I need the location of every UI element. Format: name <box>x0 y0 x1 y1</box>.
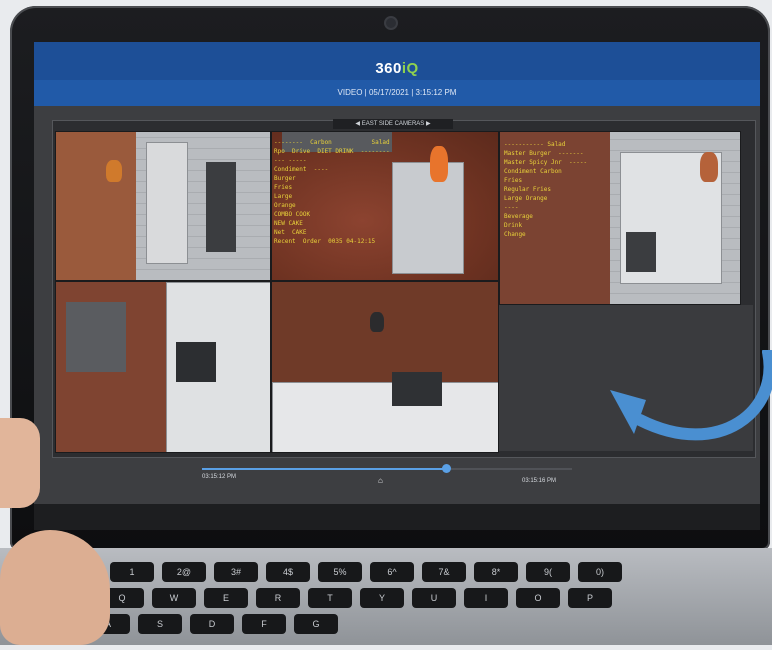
key-1[interactable]: 1 <box>110 562 154 582</box>
key-5[interactable]: 5% <box>318 562 362 582</box>
key-4[interactable]: 4$ <box>266 562 310 582</box>
key-p[interactable]: P <box>568 588 612 608</box>
worker <box>106 160 122 182</box>
counter <box>146 142 188 264</box>
order-overlay: ----------- Salad Master Burger ------- … <box>504 141 588 238</box>
key-8[interactable]: 8* <box>474 562 518 582</box>
timeline-scrubber[interactable] <box>442 464 452 473</box>
key-u[interactable]: U <box>412 588 456 608</box>
brand-main: 360 <box>375 60 402 77</box>
key-3[interactable]: 3# <box>214 562 258 582</box>
key-t[interactable]: T <box>308 588 352 608</box>
equipment-rack <box>206 162 236 252</box>
pointer-arrow-icon <box>610 350 772 441</box>
floor-brick <box>56 132 136 280</box>
key-y[interactable]: Y <box>360 588 404 608</box>
key-w[interactable]: W <box>152 588 196 608</box>
key-0[interactable]: 0) <box>578 562 622 582</box>
home-icon[interactable]: ⌂ <box>378 476 383 485</box>
screen-bottom-bar <box>34 504 760 530</box>
brand-accent: iQ <box>401 60 419 77</box>
brand-logo[interactable]: 360iQ <box>34 60 760 77</box>
timeline-start-label: 03:15:12 PM <box>202 474 237 480</box>
worker <box>370 312 384 332</box>
keyboard: 12@3#4$5%6^7&8*9(0)QWERTYUIOPASDFG <box>40 560 740 650</box>
key-9[interactable]: 9( <box>526 562 570 582</box>
key-o[interactable]: O <box>516 588 560 608</box>
key-6[interactable]: 6^ <box>370 562 414 582</box>
key-7[interactable]: 7& <box>422 562 466 582</box>
order-overlay: -------- Carbon Salad Rpo Drive DIET DRI… <box>274 139 390 245</box>
camera-tile-3[interactable]: ----------- Salad Master Burger ------- … <box>499 131 741 305</box>
camera-tile-5[interactable] <box>271 281 499 453</box>
key-g[interactable]: G <box>294 614 338 634</box>
header-subtitle: VIDEO | 05/17/2021 | 3:15:12 PM <box>337 88 457 97</box>
webcam-icon <box>384 16 398 30</box>
key-e[interactable]: E <box>204 588 248 608</box>
key-2[interactable]: 2@ <box>162 562 206 582</box>
timeline-end-label: 03:15:16 PM <box>522 478 557 484</box>
camera-grid-caption[interactable]: ◀ EAST SIDE CAMERAS ▶ <box>333 119 453 129</box>
key-s[interactable]: S <box>138 614 182 634</box>
register <box>176 342 216 382</box>
camera-tile-1[interactable] <box>55 131 271 281</box>
timeline-progress <box>202 468 447 470</box>
counter <box>392 162 464 274</box>
register <box>626 232 656 272</box>
camera-tile-4[interactable] <box>55 281 271 453</box>
register <box>392 372 442 406</box>
app-header: 360iQ VIDEO | 05/17/2021 | 3:15:12 PM <box>34 42 760 106</box>
key-d[interactable]: D <box>190 614 234 634</box>
camera-tile-2[interactable]: -------- Carbon Salad Rpo Drive DIET DRI… <box>271 131 499 281</box>
left-hand <box>0 418 40 508</box>
key-i[interactable]: I <box>464 588 508 608</box>
counter <box>272 382 498 452</box>
worker <box>430 146 448 182</box>
equipment <box>66 302 126 372</box>
worker <box>700 152 718 182</box>
key-f[interactable]: F <box>242 614 286 634</box>
key-r[interactable]: R <box>256 588 300 608</box>
